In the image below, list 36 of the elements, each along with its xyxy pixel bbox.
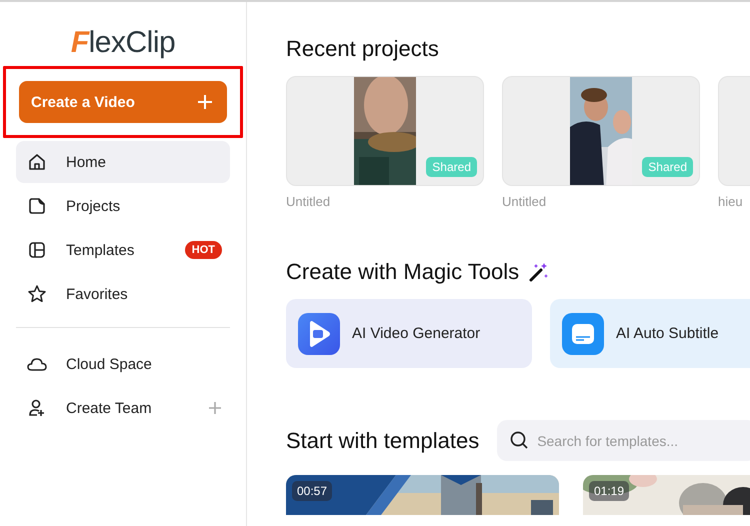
logo-text: lexClip <box>88 26 176 60</box>
sidebar-item[interactable]: Cloud Space <box>16 343 230 385</box>
play-icon <box>298 312 340 354</box>
home-icon <box>26 151 48 173</box>
project-name: Untitled <box>286 194 332 209</box>
section-title: Recent projects <box>286 36 440 62</box>
shared-badge: Shared <box>642 157 693 177</box>
sidebar-item[interactable]: Favorites <box>16 273 230 315</box>
layout-icon <box>26 239 48 261</box>
tool-card[interactable]: AI Video Generator <box>286 299 532 368</box>
shared-badge: Shared <box>426 157 477 177</box>
document-icon <box>26 195 48 217</box>
tool-label: AI Video Generator <box>352 325 480 342</box>
duration-badge: 01:19 <box>589 481 630 501</box>
section-title: Create with Magic Tools <box>286 259 520 285</box>
logo-mark: F <box>70 26 89 60</box>
plus-icon <box>197 94 213 110</box>
tool-card[interactable]: AI Auto Subtitle <box>550 299 750 368</box>
star-icon <box>26 283 48 305</box>
plus-icon[interactable] <box>208 401 222 415</box>
tool-label: AI Auto Subtitle <box>616 325 719 342</box>
create-video-button[interactable]: Create a Video <box>19 81 227 123</box>
sidebar-item[interactable]: Home <box>16 141 230 183</box>
template-thumbnail[interactable]: 01:19 <box>583 475 750 515</box>
project-name: Untitled <box>502 194 548 209</box>
subtitle-icon <box>562 312 604 354</box>
search-field[interactable]: Search for templates... <box>497 420 750 461</box>
duration-badge: 00:57 <box>292 481 332 501</box>
hot-badge: HOT <box>184 241 222 259</box>
sidebar-item[interactable]: Projects <box>16 185 230 227</box>
template-thumbnail[interactable]: 00:57 <box>286 475 559 515</box>
section-title: Start with templates <box>286 428 480 454</box>
magic-wand-icon <box>527 261 550 283</box>
project-name: hieu <box>718 194 744 209</box>
sidebar-item[interactable]: Templates HOT <box>16 229 230 271</box>
sidebar-item[interactable]: Create Team <box>16 387 230 429</box>
